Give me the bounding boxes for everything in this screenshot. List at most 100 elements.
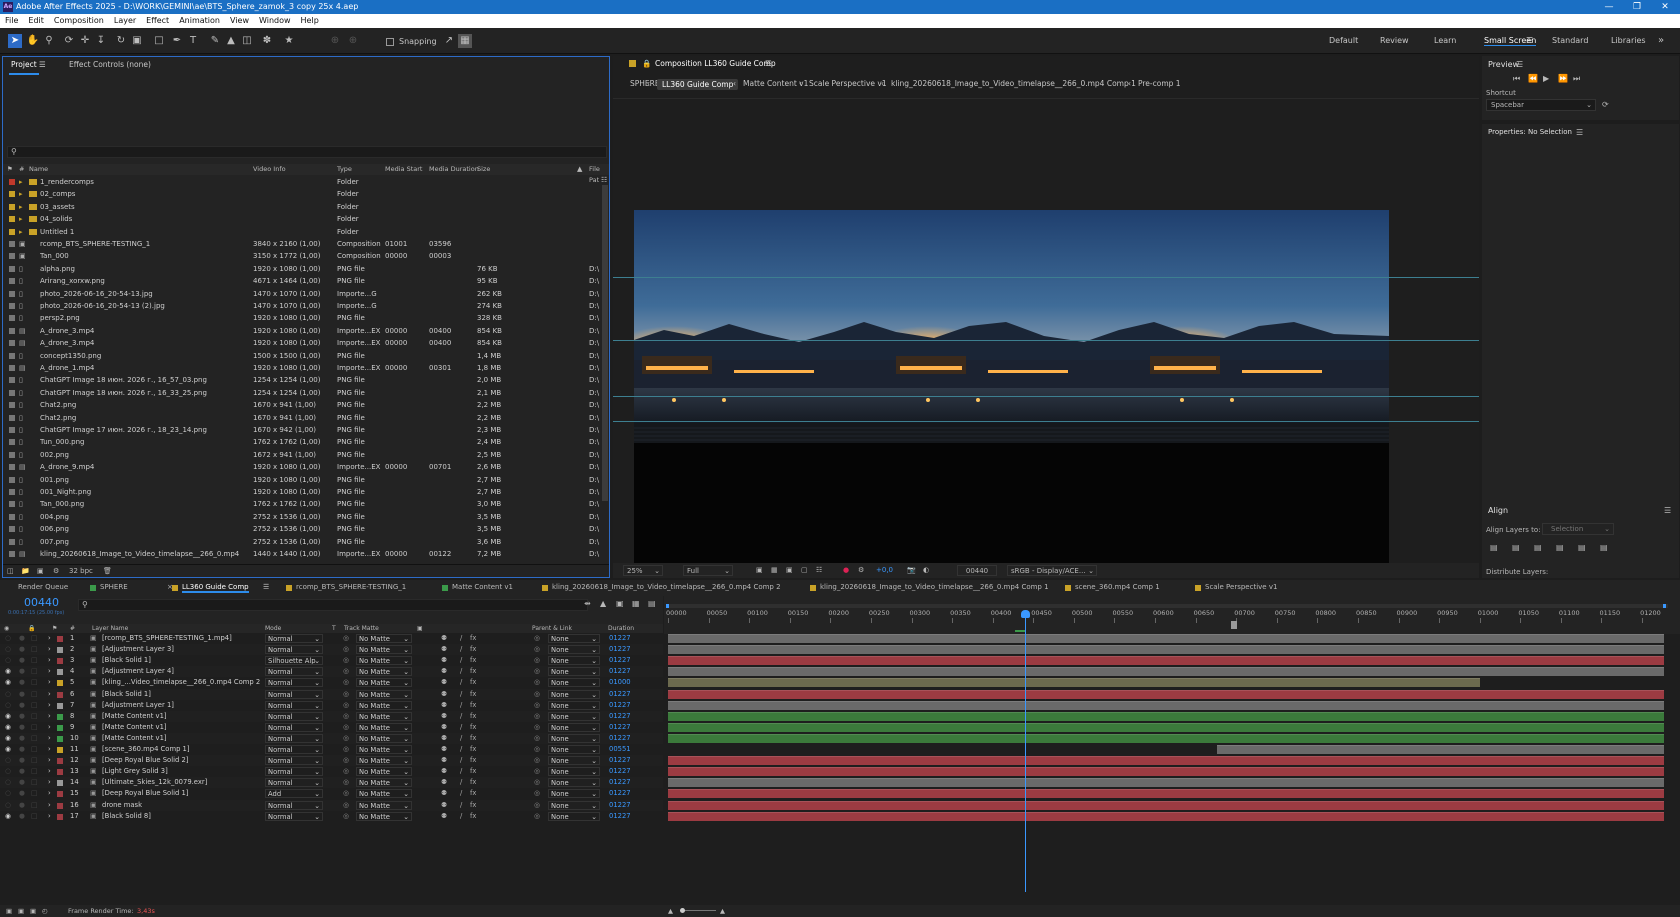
label-swatch[interactable] bbox=[9, 451, 15, 458]
guide-line[interactable] bbox=[613, 396, 1479, 397]
project-item[interactable]: ▸ 1_rendercomps Folder bbox=[3, 176, 601, 188]
guide-line[interactable] bbox=[613, 340, 1479, 341]
rotate-tool-icon[interactable]: ↻ bbox=[114, 34, 128, 48]
label-swatch[interactable] bbox=[9, 253, 15, 260]
reset-icon[interactable]: ⟳ bbox=[1602, 100, 1609, 109]
project-item[interactable]: ▤ A_drone_9.mp4 1920 x 1080 (1,00) Importe.… bbox=[3, 461, 601, 473]
project-item[interactable]: ▤ A_drone_3.mp4 1920 x 1080 (1,00) Importe.… bbox=[3, 325, 601, 337]
label-swatch[interactable] bbox=[9, 203, 15, 210]
last-frame-icon[interactable]: ⏭ bbox=[1573, 74, 1580, 84]
project-scrollbar[interactable] bbox=[602, 185, 608, 501]
layer-duration-bar[interactable] bbox=[668, 733, 1664, 743]
layer-marker[interactable] bbox=[1231, 621, 1237, 629]
project-item[interactable]: ▯ 001.png 1920 x 1080 (1,00) PNG file 2,7 MB… bbox=[3, 474, 601, 486]
workspace-review[interactable]: Review bbox=[1380, 36, 1409, 45]
menu-view[interactable]: View bbox=[230, 16, 249, 25]
bpc-label[interactable]: 32 bpc bbox=[69, 565, 93, 578]
pan-tool-icon[interactable]: ✛ bbox=[78, 34, 92, 48]
zoom-dropdown[interactable]: 25% ⌄ bbox=[623, 565, 663, 576]
align-center-h-icon[interactable]: ▤ bbox=[1512, 543, 1520, 552]
roto-brush-tool-icon[interactable]: ✽ bbox=[260, 34, 274, 48]
color-management-icon[interactable]: ⚙ bbox=[858, 563, 864, 578]
dolly-tool-icon[interactable]: ↧ bbox=[94, 34, 108, 48]
label-swatch[interactable] bbox=[9, 241, 15, 247]
label-swatch[interactable] bbox=[9, 352, 15, 359]
project-item[interactable]: ▸ 03_assets Folder bbox=[3, 201, 601, 213]
anchor-tool-icon[interactable]: ▣ bbox=[130, 34, 144, 48]
label-swatch[interactable] bbox=[9, 389, 15, 396]
col-media-duration[interactable]: Media Duration bbox=[429, 164, 479, 175]
flowchart-icon[interactable]: ☷ bbox=[601, 176, 609, 184]
playhead-handle[interactable] bbox=[1021, 610, 1031, 618]
colorspace-dropdown[interactable]: sRGB - Display/ACE... ⌄ bbox=[1007, 565, 1097, 576]
axis-world-icon[interactable]: ⊕ bbox=[346, 34, 360, 48]
toggle-switches-icon[interactable]: ▣ bbox=[6, 905, 12, 917]
project-item[interactable]: ▸ 02_comps Folder bbox=[3, 188, 601, 200]
close-icon[interactable]: ✕ bbox=[1651, 0, 1679, 14]
delete-icon[interactable]: 🗑 bbox=[103, 565, 112, 578]
layer-duration-bar[interactable] bbox=[668, 789, 1664, 799]
project-item[interactable]: ▯ Arirang_xorxw.png 4671 x 1464 (1,00) PNG … bbox=[3, 275, 601, 287]
toggle-render-time-icon[interactable]: ◴ bbox=[42, 905, 48, 917]
layer-duration-bar[interactable] bbox=[668, 756, 1664, 766]
label-swatch[interactable] bbox=[9, 265, 15, 272]
transparency-grid-icon[interactable]: ▦ bbox=[771, 563, 778, 578]
breadcrumb-item[interactable]: Pre-comp 1 bbox=[1138, 79, 1181, 88]
layer-duration-bar[interactable] bbox=[668, 700, 1664, 710]
maximize-icon[interactable]: ❐ bbox=[1623, 0, 1651, 14]
label-swatch[interactable] bbox=[9, 513, 15, 520]
project-item[interactable]: ▯ 001_Night.png 1920 x 1080 (1,00) PNG file… bbox=[3, 486, 601, 498]
resolution-dropdown[interactable]: Full ⌄ bbox=[683, 565, 733, 576]
layer-duration-bar[interactable] bbox=[668, 678, 1481, 688]
zoom-slider-thumb[interactable] bbox=[680, 908, 685, 913]
exposure-value[interactable]: +0,0 bbox=[876, 563, 893, 578]
breadcrumb-item[interactable]: SPHERE bbox=[630, 79, 660, 88]
rectangle-tool-icon[interactable]: □ bbox=[152, 34, 166, 48]
label-swatch[interactable] bbox=[9, 315, 15, 322]
type-column-icon[interactable]: # bbox=[19, 164, 24, 175]
workspace-menu-icon[interactable]: ☰ bbox=[1526, 36, 1533, 45]
project-item[interactable]: ▯ concept1350.png 1500 x 1500 (1,00) PNG fi… bbox=[3, 350, 601, 362]
menu-help[interactable]: Help bbox=[301, 16, 319, 25]
label-swatch[interactable] bbox=[9, 278, 15, 285]
menu-animation[interactable]: Animation bbox=[179, 16, 220, 25]
orbit-tool-icon[interactable]: ⟳ bbox=[62, 34, 76, 48]
project-item[interactable]: ▯ ChatGPT Image 18 июн. 2026 г., 16_57_03… bbox=[3, 374, 601, 386]
project-item[interactable]: ▯ Chat2.png 1670 x 941 (1,00) PNG file 2,2 M… bbox=[3, 399, 601, 411]
layer-duration-bar[interactable] bbox=[1216, 745, 1664, 754]
guides-icon[interactable]: ☷ bbox=[816, 563, 822, 578]
label-swatch[interactable] bbox=[9, 439, 15, 446]
breadcrumb-item[interactable]: kling_20260618_Image_to_Video_timelapse_… bbox=[891, 79, 1136, 88]
channels-icon[interactable]: ● bbox=[843, 563, 849, 578]
project-item[interactable]: ▤ A_drone_1.mp4 1920 x 1080 (1,00) Importe.… bbox=[3, 362, 601, 374]
project-item[interactable]: ▯ photo_2026-06-16_20-54-13 (2).jpg 1470 x… bbox=[3, 300, 601, 312]
layer-duration-bar[interactable] bbox=[668, 800, 1664, 810]
tab-effect-controls[interactable]: Effect Controls (none) bbox=[69, 57, 151, 73]
label-column-icon[interactable]: ⚑ bbox=[7, 164, 13, 175]
label-swatch[interactable] bbox=[9, 191, 15, 198]
snap-options-icon[interactable]: ↗ bbox=[442, 34, 456, 48]
snapshot-icon[interactable]: 📷 bbox=[907, 563, 916, 578]
new-composition-icon[interactable]: ▣ bbox=[37, 565, 44, 578]
label-swatch[interactable] bbox=[9, 340, 15, 347]
interpret-footage-icon[interactable]: ◫ bbox=[7, 565, 14, 578]
breadcrumb-item[interactable]: Scale Perspective v1 bbox=[809, 79, 887, 88]
new-folder-icon[interactable]: 📁 bbox=[21, 565, 30, 578]
label-swatch[interactable] bbox=[9, 414, 15, 421]
label-swatch[interactable] bbox=[9, 216, 15, 223]
align-right-icon[interactable]: ▤ bbox=[1534, 543, 1542, 552]
menu-layer[interactable]: Layer bbox=[114, 16, 136, 25]
mask-visibility-icon[interactable]: ▣ bbox=[786, 563, 793, 578]
type-tool-icon[interactable]: T bbox=[186, 34, 200, 48]
tab-project[interactable]: Project bbox=[9, 57, 39, 75]
label-swatch[interactable] bbox=[9, 489, 15, 495]
project-item[interactable]: ▤ A_drone_3.mp4 1920 x 1080 (1,00) Importe.… bbox=[3, 337, 601, 349]
workspace-learn[interactable]: Learn bbox=[1434, 36, 1456, 45]
align-left-icon[interactable]: ▤ bbox=[1490, 543, 1498, 552]
hand-tool-icon[interactable]: ✋ bbox=[26, 34, 40, 48]
composition-viewer-canvas[interactable] bbox=[634, 210, 1389, 578]
clone-stamp-tool-icon[interactable]: ▲ bbox=[224, 34, 238, 48]
project-item[interactable]: ▯ photo_2026-06-16_20-54-13.jpg 1470 x 107… bbox=[3, 288, 601, 300]
label-swatch[interactable] bbox=[9, 365, 15, 371]
align-bottom-icon[interactable]: ▤ bbox=[1600, 543, 1608, 552]
